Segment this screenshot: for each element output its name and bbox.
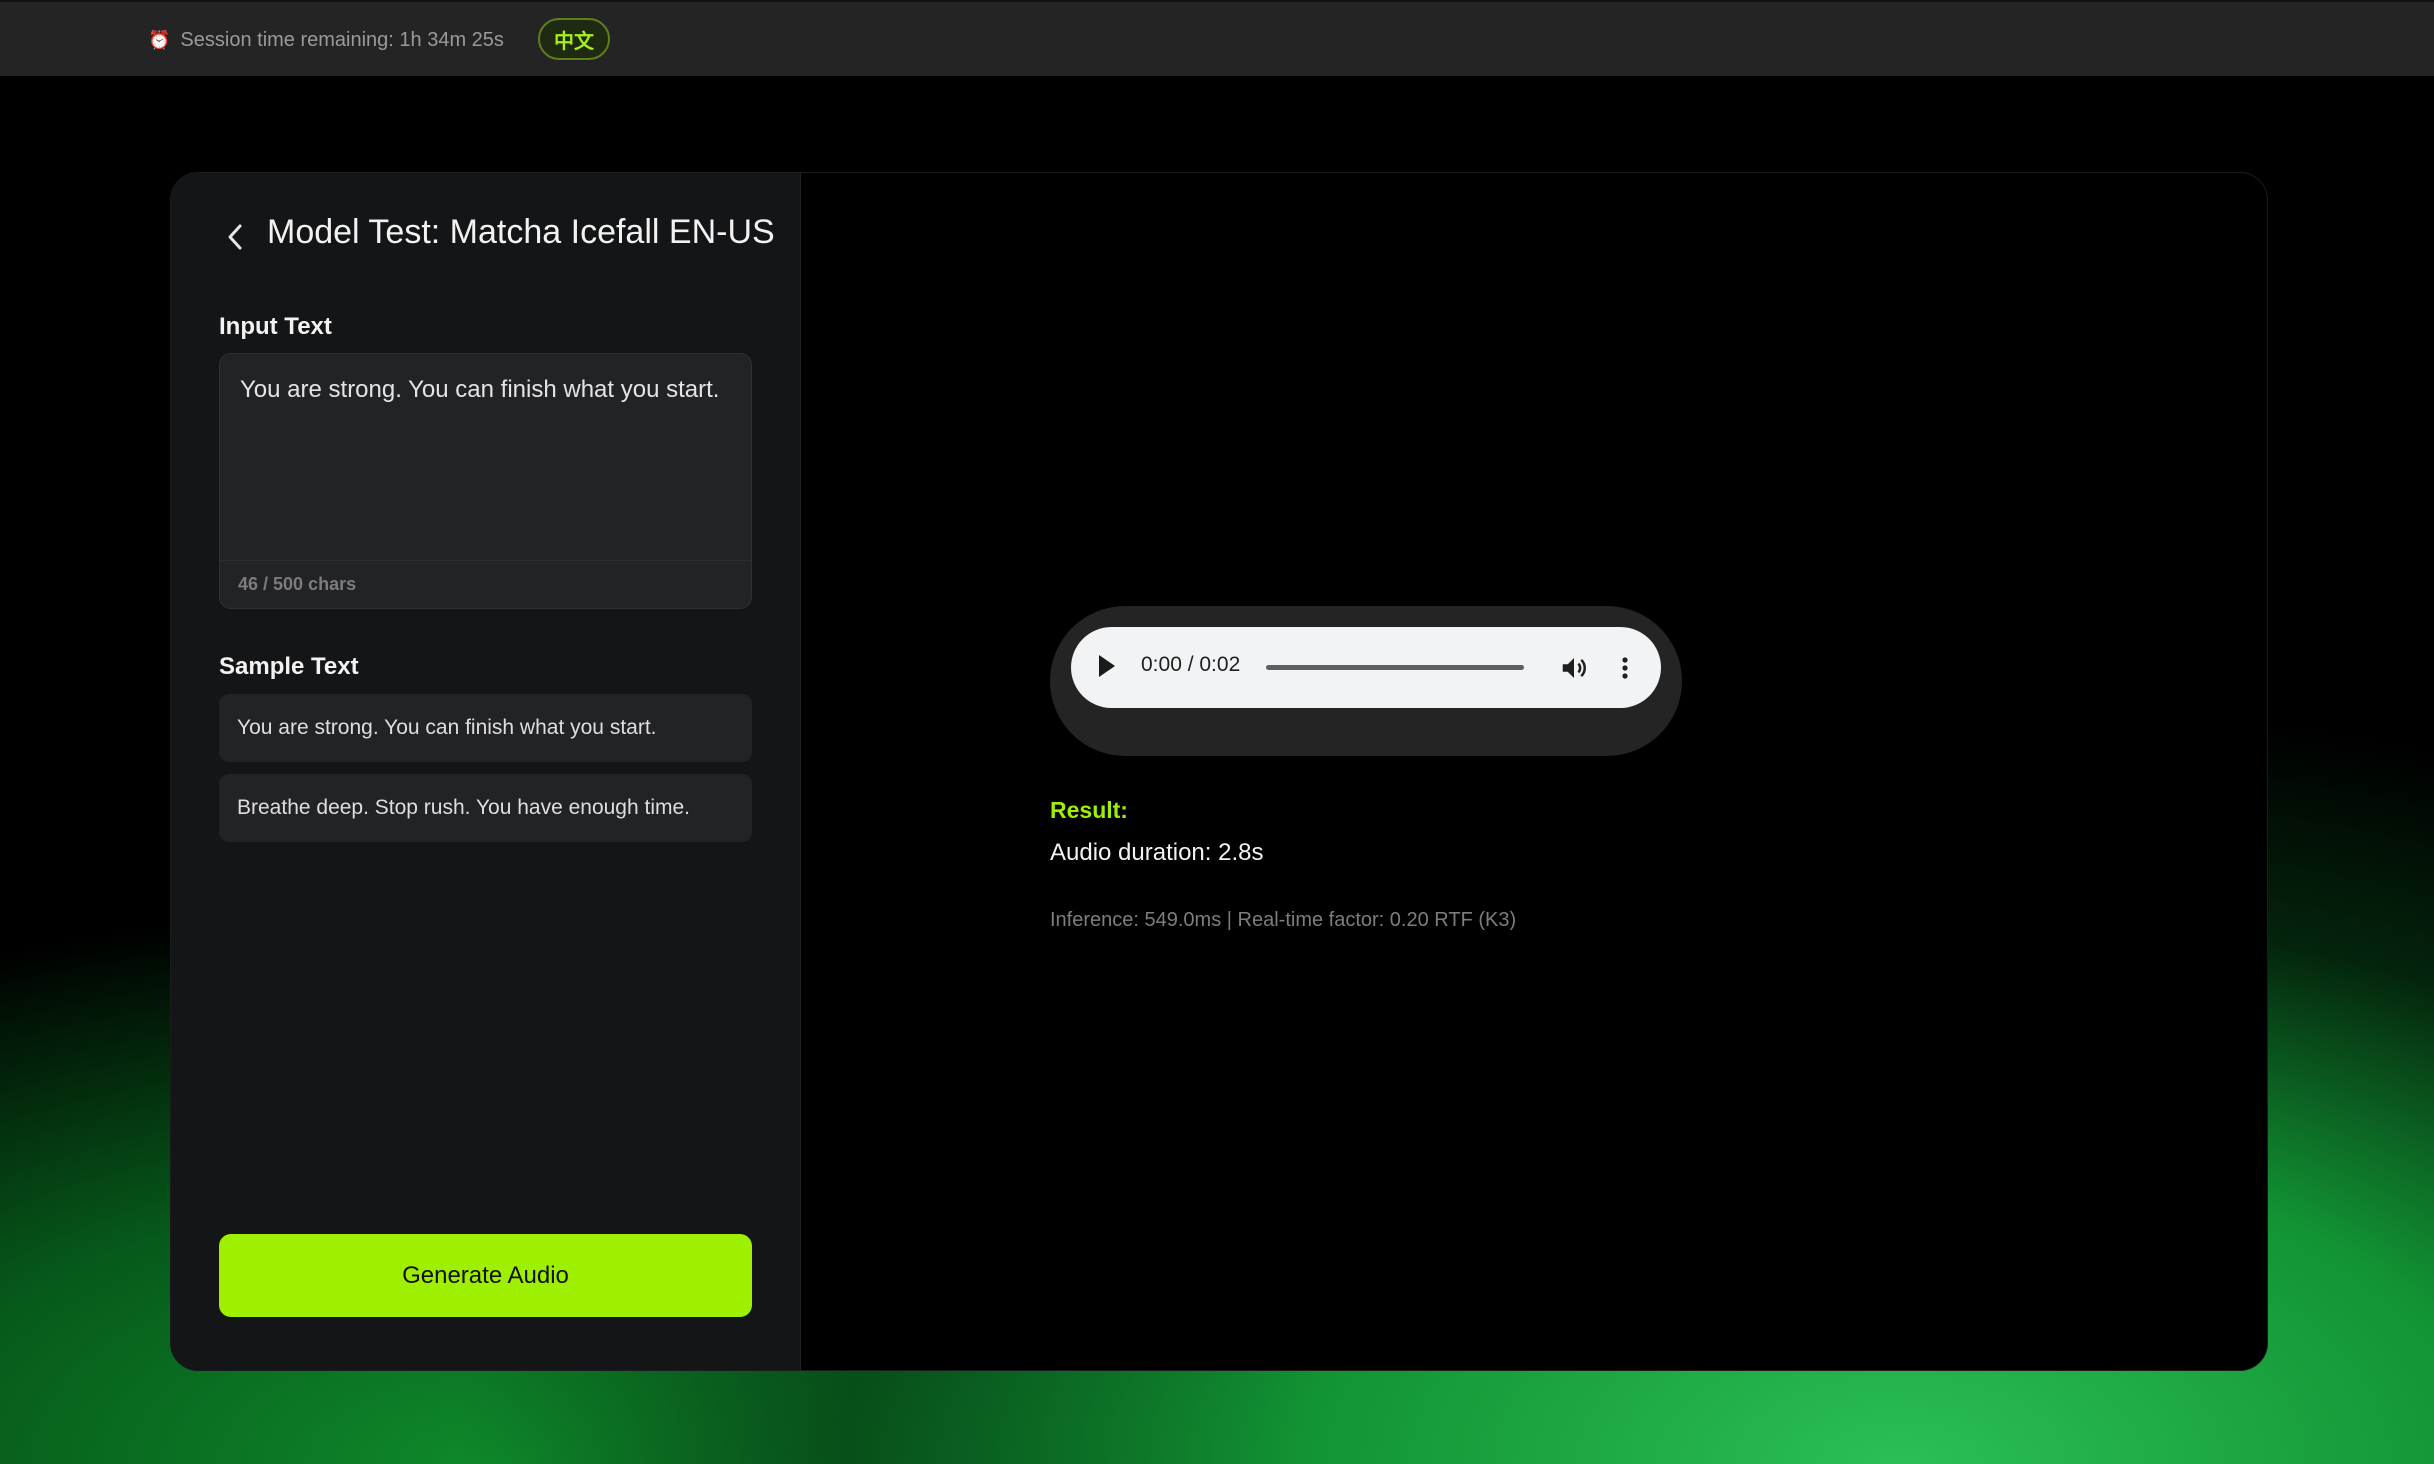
language-toggle-button[interactable]: 中文 [538,18,610,60]
top-bar: ⏰ Session time remaining: 1h 34m 25s 中文 [0,0,2434,76]
back-chevron-icon[interactable] [215,217,255,257]
sample-text-item[interactable]: Breathe deep. Stop rush. You have enough… [219,774,752,842]
inference-stats: Inference: 549.0ms | Real-time factor: 0… [1050,909,1517,931]
result-label: Result: [1050,797,1128,823]
audio-player[interactable]: 0:00 / 0:02 [1071,627,1661,708]
sample-text-item[interactable]: You are strong. You can finish what you … [219,694,752,762]
input-panel: Model Test: Matcha Icefall EN-US Input T… [171,173,801,1370]
char-count: 46 / 500 chars [220,560,751,608]
audio-time: 0:00 / 0:02 [1141,653,1241,676]
sample-text-label: Sample Text [219,653,359,680]
input-textarea[interactable]: You are strong. You can finish what you … [219,353,752,609]
model-test-card: Model Test: Matcha Icefall EN-US Input T… [170,172,2268,1371]
volume-icon[interactable] [1559,653,1589,683]
audio-player-container: 0:00 / 0:02 [1050,606,1682,756]
input-text-value[interactable]: You are strong. You can finish what you … [240,372,731,408]
input-text-label: Input Text [219,313,332,340]
page-title: Model Test: Matcha Icefall EN-US [267,213,775,251]
session-timer: ⏰ Session time remaining: 1h 34m 25s [148,22,504,58]
audio-duration: Audio duration: 2.8s [1050,839,1264,866]
alarm-clock-icon: ⏰ [148,29,171,50]
play-icon[interactable] [1099,655,1115,677]
more-options-icon[interactable] [1619,653,1631,683]
audio-progress-bar[interactable] [1266,665,1524,670]
generate-audio-button[interactable]: Generate Audio [219,1234,752,1317]
session-text: Session time remaining: 1h 34m 25s [180,28,504,51]
